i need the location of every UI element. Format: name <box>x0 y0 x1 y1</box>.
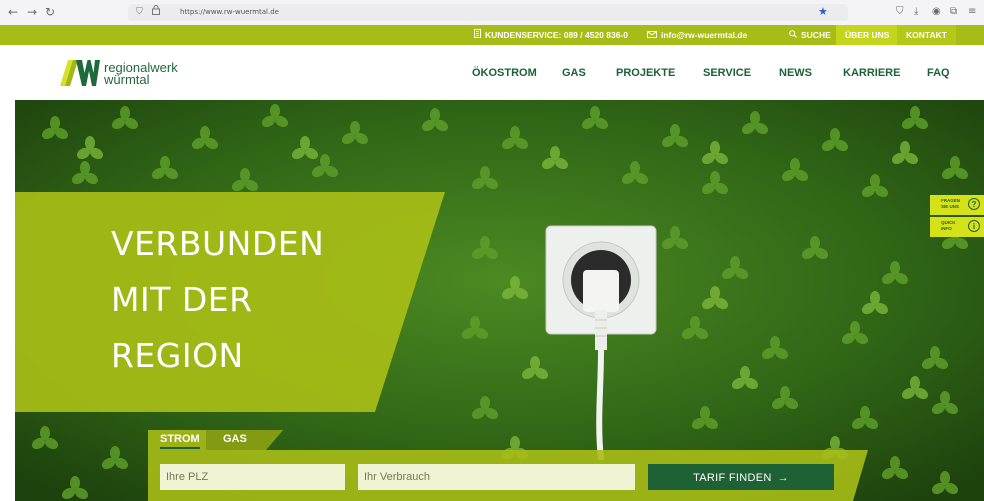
logo-text-wuermtal: würmtal <box>104 72 150 87</box>
bookmark-star-icon[interactable]: ★ <box>818 4 828 20</box>
account-icon[interactable]: ◉ <box>932 5 941 19</box>
tab-gas[interactable]: GAS <box>223 432 247 446</box>
verbrauch-input[interactable] <box>358 464 635 490</box>
download-icon[interactable]: ⤓ <box>914 5 918 19</box>
suche-link[interactable]: SUCHE <box>789 28 831 42</box>
kundenservice-link[interactable]: KUNDENSERVICE: 089 / 4520 836-0 <box>474 28 628 42</box>
regionalwerk-logo[interactable]: regionalwerk würmtal <box>56 59 196 89</box>
tarif-finden-button[interactable]: TARIF FINDEN → <box>648 464 834 490</box>
nav-faq[interactable]: FAQ <box>927 66 950 80</box>
lock-icon <box>152 5 160 20</box>
hero-headline-line-2: MIT DER <box>111 280 253 319</box>
arrow-right-icon: → <box>777 472 789 484</box>
tab-strom-active-indicator <box>160 447 200 449</box>
side-tab-label: FRAGEN SIE UNS <box>941 198 960 209</box>
mail-icon <box>647 28 657 42</box>
tarif-finden-label: TARIF FINDEN <box>693 472 772 484</box>
side-tab-label: QUICK INFO <box>941 220 956 231</box>
shield-icon: ⛉ <box>136 7 143 17</box>
email-link[interactable]: info@rw-wuermtal.de <box>647 28 747 42</box>
extensions-icon[interactable]: ⧉ <box>950 5 957 19</box>
rw-logo-mark-icon <box>60 60 100 86</box>
plz-input[interactable] <box>160 464 345 490</box>
hero-headline-line-3: REGION <box>111 336 244 375</box>
url-text: https://www.rw-wuermtal.de <box>180 8 279 16</box>
suche-text: SUCHE <box>801 30 831 40</box>
kontakt-link[interactable]: KONTAKT <box>897 25 956 45</box>
kundenservice-text: KUNDENSERVICE: 089 / 4520 836-0 <box>485 30 628 40</box>
pocket-icon[interactable]: ⛉ <box>896 5 904 19</box>
reload-icon[interactable]: ↻ <box>45 4 55 20</box>
hero-headline-line-1: VERBUNDEN <box>111 224 325 263</box>
service-bar: KUNDENSERVICE: 089 / 4520 836-0 info@rw-… <box>0 25 984 45</box>
nav-service[interactable]: SERVICE <box>703 66 751 80</box>
nav-oekostrom[interactable]: ÖKOSTROM <box>472 66 537 80</box>
nav-karriere[interactable]: KARRIERE <box>843 66 900 80</box>
address-bar[interactable]: ⛉ https://www.rw-wuermtal.de <box>128 4 848 21</box>
quick-info-tab[interactable]: QUICK INFO i <box>930 217 984 237</box>
nav-projekte[interactable]: PROJEKTE <box>616 66 675 80</box>
info-circle-icon: i <box>968 220 980 232</box>
question-circle-icon: ? <box>968 198 980 210</box>
nav-gas[interactable]: GAS <box>562 66 586 80</box>
tab-strom[interactable]: STROM <box>160 432 200 446</box>
back-arrow-icon[interactable]: ← <box>8 4 18 20</box>
nav-news[interactable]: NEWS <box>779 66 812 80</box>
phone-icon <box>474 28 481 42</box>
email-text: info@rw-wuermtal.de <box>661 30 748 40</box>
ueber-uns-link[interactable]: ÜBER UNS <box>836 25 899 45</box>
search-icon <box>789 28 797 42</box>
menu-icon[interactable]: ≡ <box>968 5 976 19</box>
browser-toolbar: ← → ↻ ⛉ https://www.rw-wuermtal.de ★ ⛉ ⤓… <box>0 0 984 26</box>
fragen-sie-uns-tab[interactable]: FRAGEN SIE UNS ? <box>930 195 984 215</box>
site-header: regionalwerk würmtal ÖKOSTROM GAS PROJEK… <box>0 45 984 100</box>
forward-arrow-icon[interactable]: → <box>27 4 37 20</box>
